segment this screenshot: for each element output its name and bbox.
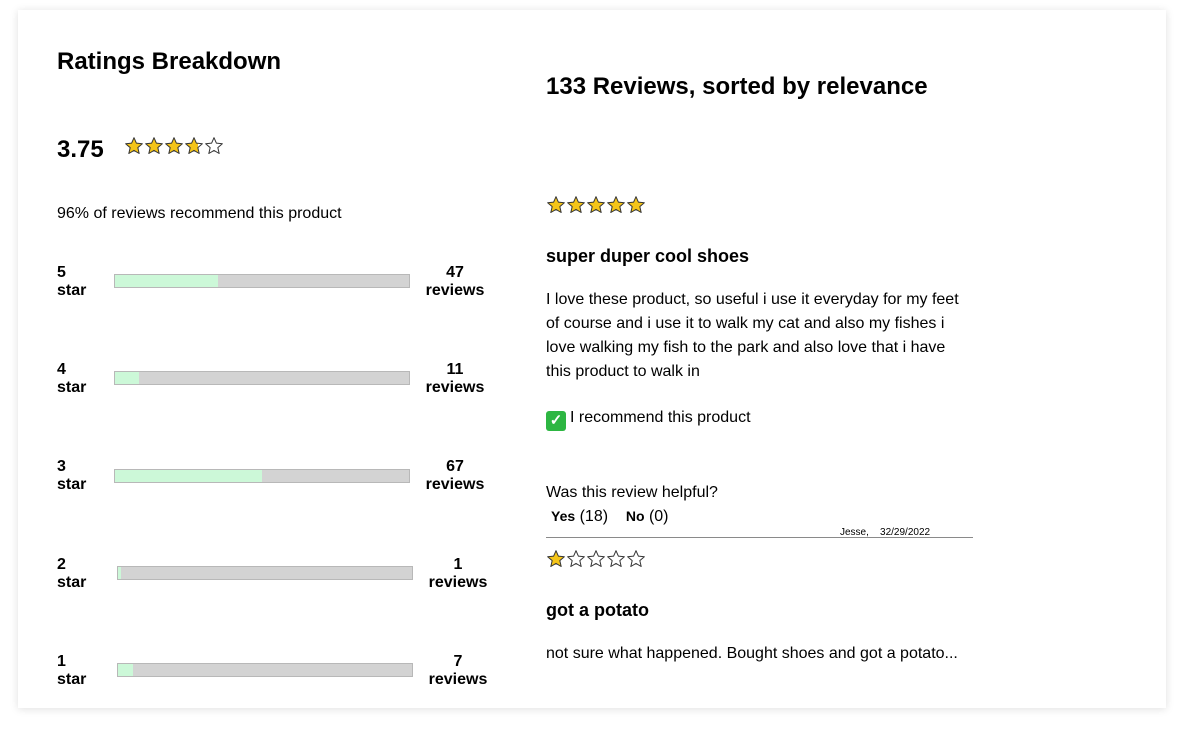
rating-row-label: 4 star xyxy=(57,361,87,396)
rating-row-count: 67 reviews xyxy=(425,458,485,493)
helpful-prompt: Was this review helpful? xyxy=(546,484,718,501)
rating-row-label: 2 star xyxy=(57,556,87,591)
rating-bar-fill xyxy=(115,470,262,482)
review-title: super duper cool shoes xyxy=(546,246,750,266)
star-icon xyxy=(165,137,183,154)
average-rating: 3.75 xyxy=(57,136,104,163)
rating-row-count: 1 reviews xyxy=(428,556,488,591)
helpful-yes-button[interactable]: Yes xyxy=(551,508,575,526)
star-icon xyxy=(627,196,645,213)
star-icon xyxy=(125,137,143,154)
ratings-breakdown-heading: Ratings Breakdown xyxy=(57,48,282,75)
rating-bar-fill xyxy=(118,567,121,579)
star-icon xyxy=(547,550,565,567)
review-stars xyxy=(546,195,646,215)
rating-row-label: 3 star xyxy=(57,458,87,493)
rating-row-count: 11 reviews xyxy=(425,361,485,396)
review-stars xyxy=(546,549,646,569)
review-recommend-text: I recommend this product xyxy=(570,409,751,426)
rating-bar-fill xyxy=(115,275,218,287)
star-icon xyxy=(567,550,585,567)
helpful-yes-count: (18) xyxy=(579,508,609,525)
review-divider xyxy=(546,537,973,538)
star-icon xyxy=(587,550,605,567)
helpful-no-count: (0) xyxy=(648,508,669,525)
reviews-sort-heading: 133 Reviews, sorted by relevance xyxy=(546,73,928,100)
rating-bar xyxy=(114,371,410,385)
rating-row-count: 47 reviews xyxy=(425,264,485,299)
rating-row-count: 7 reviews xyxy=(428,653,488,688)
recommend-percentage: 96% of reviews recommend this product xyxy=(57,205,342,222)
review-body: not sure what happened. Bought shoes and… xyxy=(546,645,958,662)
rating-bar-fill xyxy=(118,664,133,676)
star-icon xyxy=(547,196,565,213)
rating-row-label: 5 star xyxy=(57,264,87,299)
helpful-votes: Yes (18) No (0) xyxy=(551,508,669,526)
rating-bar xyxy=(117,566,413,580)
star-icon xyxy=(607,550,625,567)
rating-row-label: 1 star xyxy=(57,653,87,688)
star-icon xyxy=(627,550,645,567)
rating-bar xyxy=(117,663,413,677)
star-icon xyxy=(587,196,605,213)
rating-bar-fill xyxy=(115,372,139,384)
helpful-no-button[interactable]: No xyxy=(626,508,645,526)
star-icon xyxy=(607,196,625,213)
review-recommend: ✓ I recommend this product xyxy=(546,409,751,431)
star-icon xyxy=(205,137,223,154)
review-title: got a potato xyxy=(546,600,649,620)
rating-bar xyxy=(114,469,410,483)
star-icon xyxy=(567,196,585,213)
star-icon xyxy=(145,137,163,154)
average-stars xyxy=(124,136,224,156)
star-icon xyxy=(185,137,203,154)
reviews-card: Ratings Breakdown 3.75 96% of reviews re… xyxy=(18,10,1166,708)
rating-bar xyxy=(114,274,410,288)
checkmark-icon: ✓ xyxy=(546,411,566,431)
review-body: I love these product, so useful i use it… xyxy=(546,291,959,380)
